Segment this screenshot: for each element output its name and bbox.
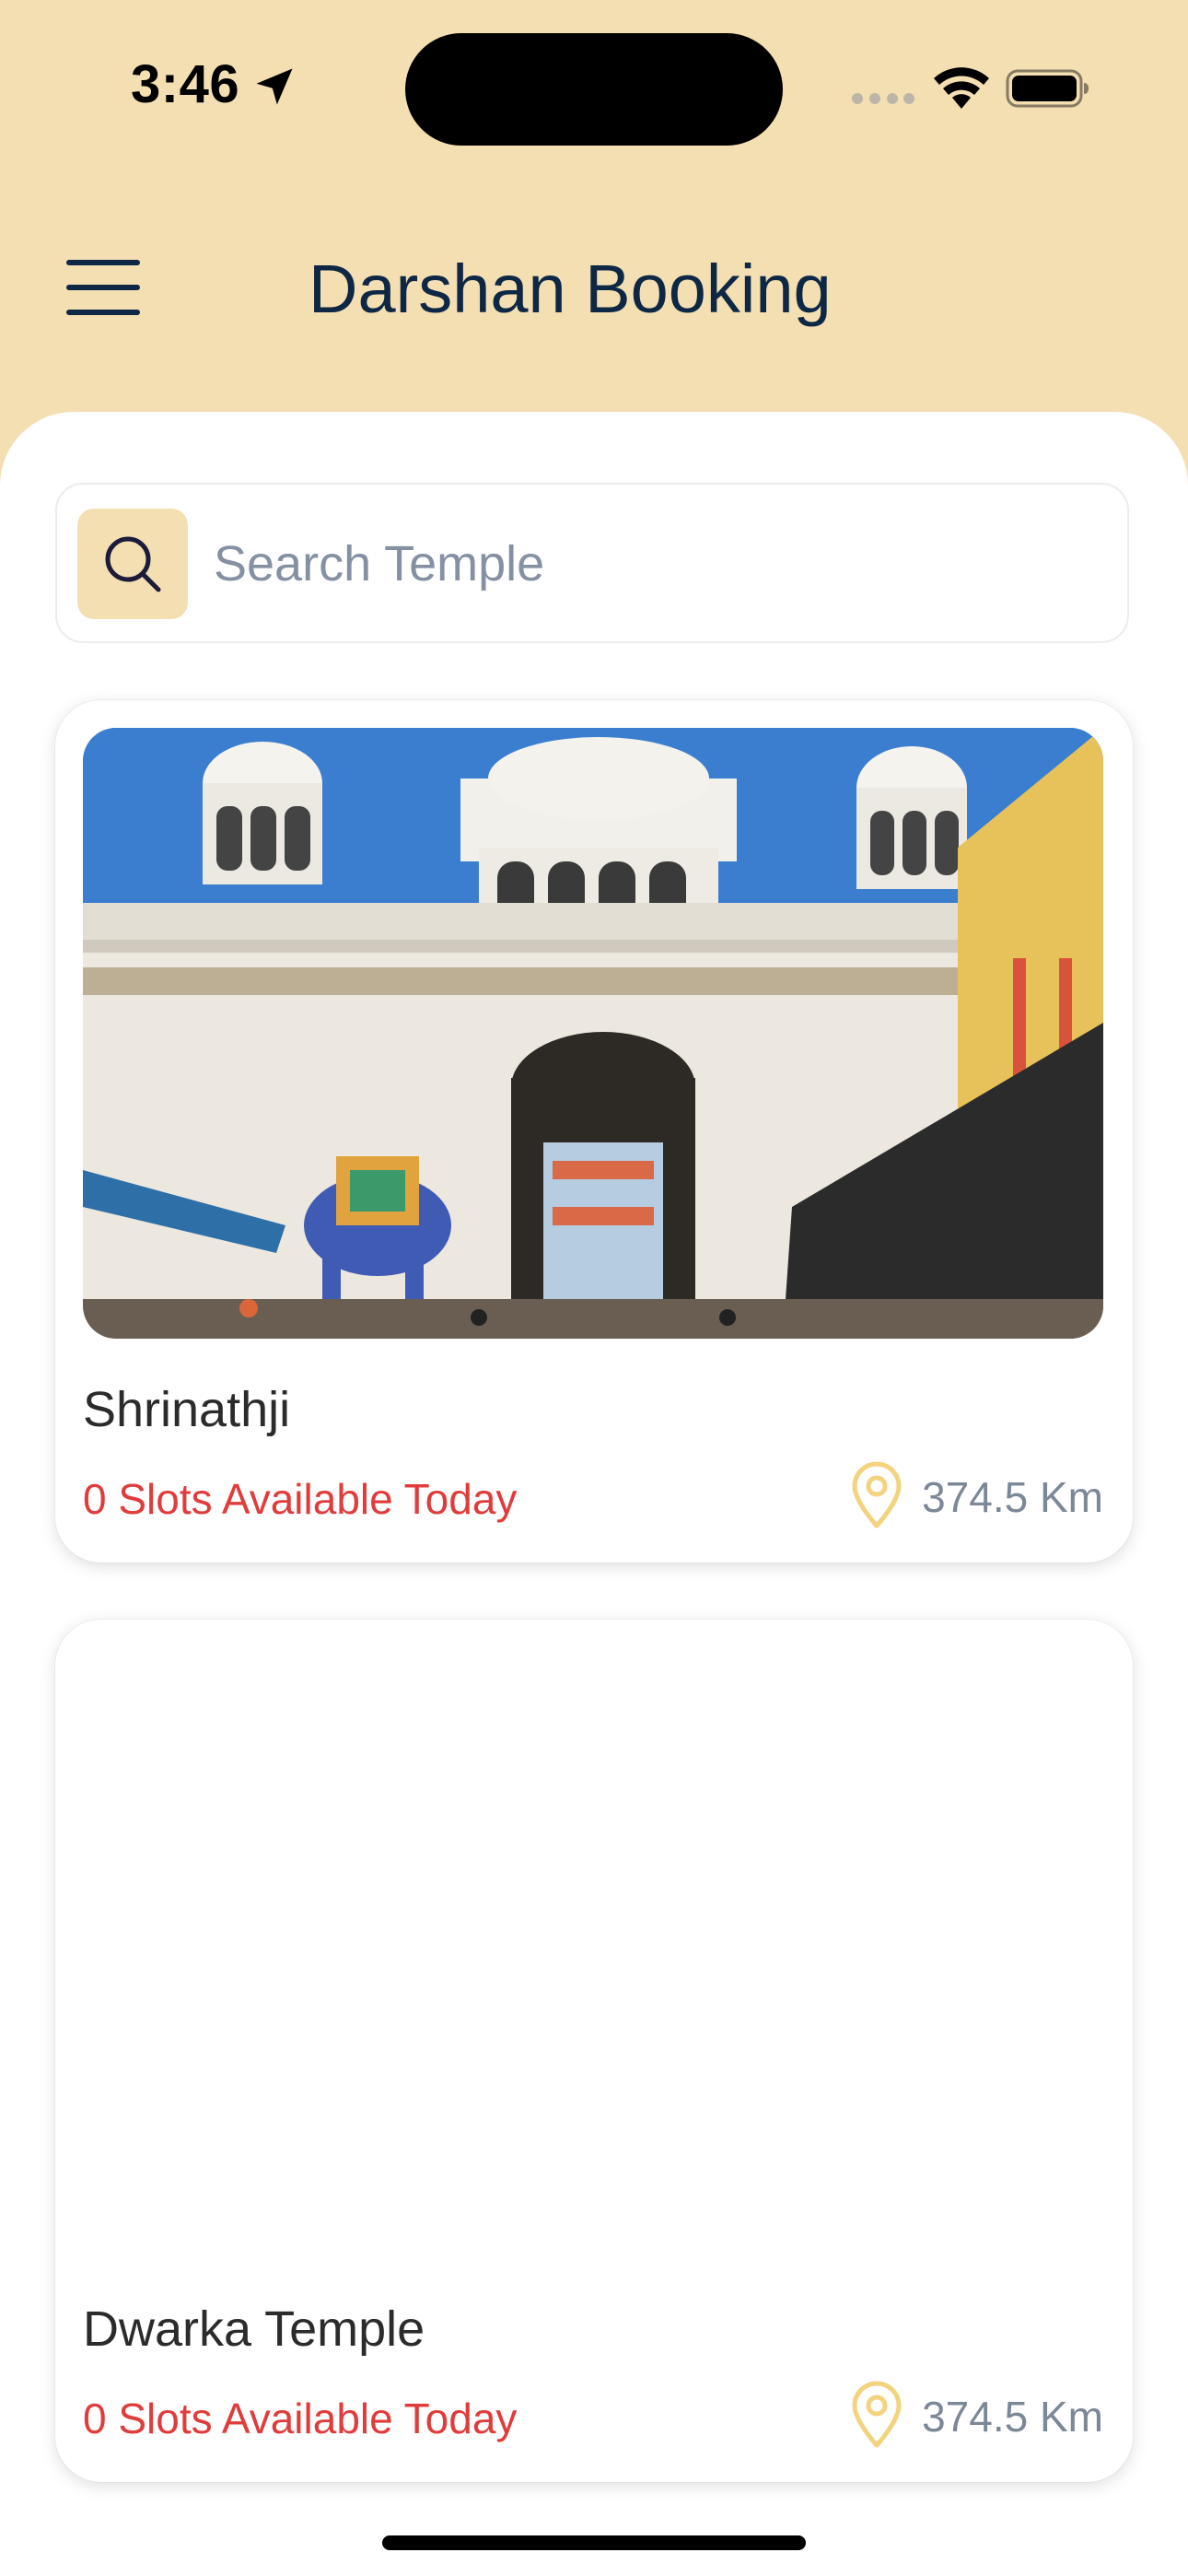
status-time: 3:46 <box>131 54 240 114</box>
temple-card[interactable]: Dwarka Temple 0 Slots Available Today 37… <box>55 1620 1133 2482</box>
wifi-icon <box>934 67 989 109</box>
distance-text: 374.5 Km <box>922 2393 1103 2441</box>
page-title: Darshan Booking <box>309 251 832 327</box>
home-indicator[interactable] <box>382 2535 806 2550</box>
battery-icon <box>1006 69 1089 108</box>
temple-name: Shrinathji <box>83 1382 291 1437</box>
search-input[interactable] <box>214 525 1098 603</box>
status-bar: 3:46 <box>0 0 1188 175</box>
location-pin-icon <box>852 1461 902 1528</box>
temple-card[interactable]: Shrinathji 0 Slots Available Today 374.5… <box>55 700 1133 1563</box>
dynamic-island <box>405 33 783 146</box>
search-icon <box>105 536 161 592</box>
location-arrow-icon <box>256 68 293 105</box>
hamburger-menu-icon[interactable] <box>66 258 142 317</box>
temple-image <box>83 728 1103 1339</box>
search-button[interactable] <box>77 509 188 619</box>
location-pin-icon <box>852 2381 902 2448</box>
slots-available-text: 0 Slots Available Today <box>83 1475 518 1523</box>
search-bar <box>55 483 1129 643</box>
cellular-signal-icon <box>852 93 914 104</box>
temple-name: Dwarka Temple <box>83 2301 425 2357</box>
temple-image <box>83 1647 1103 2258</box>
slots-available-text: 0 Slots Available Today <box>83 2395 518 2442</box>
distance-text: 374.5 Km <box>922 1473 1103 1521</box>
